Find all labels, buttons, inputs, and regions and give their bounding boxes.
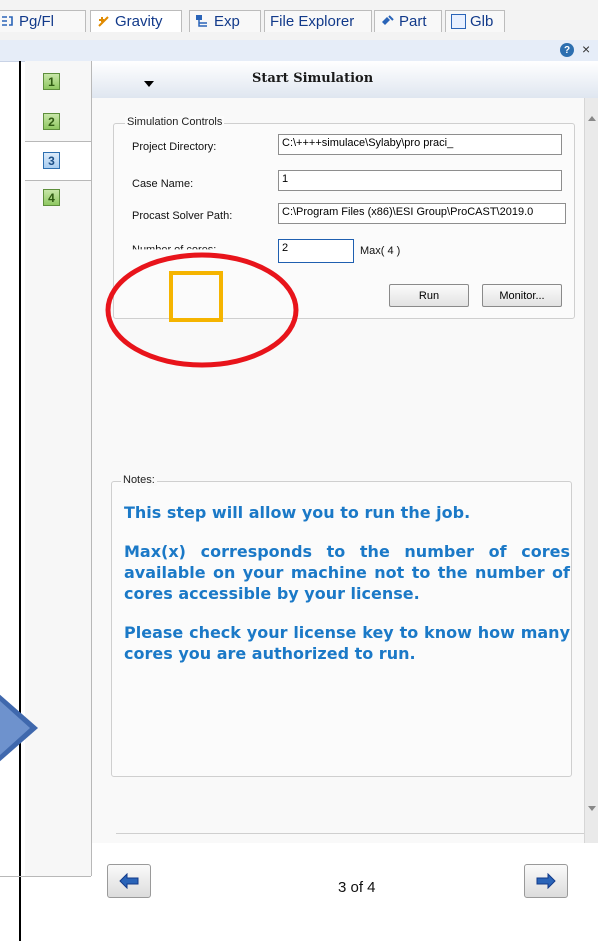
tab-strip: Pg/Fl Gravity Exp File Explorer Part Glb [0, 0, 598, 41]
tab-label: Gravity [115, 13, 163, 30]
prev-button[interactable] [107, 864, 151, 898]
case-name-field[interactable]: 1 [278, 170, 562, 191]
scroll-down-icon[interactable] [588, 806, 596, 811]
simulation-controls-legend: Simulation Controls [125, 116, 225, 128]
tab-label: File Explorer [270, 13, 355, 30]
run-button[interactable]: Run [389, 284, 469, 307]
close-glyph: × [582, 41, 591, 57]
annotation-square [169, 271, 223, 322]
help-icon[interactable]: ? [560, 43, 574, 57]
divider [116, 833, 586, 834]
step-4[interactable]: 4 [43, 189, 60, 206]
left-border-line [19, 61, 21, 941]
help-glyph: ? [563, 44, 571, 56]
tab-label: Part [399, 13, 427, 30]
solver-path-label: Procast Solver Path: [132, 210, 233, 222]
step-3[interactable]: 3 [43, 152, 60, 169]
tab-label: Exp [214, 13, 240, 30]
panel-toolbar: ? × [0, 40, 598, 62]
step-panel: Simulation Controls Project Directory: C… [92, 98, 598, 843]
page-title: Start Simulation [252, 71, 374, 86]
tab-exp[interactable]: Exp [189, 10, 261, 32]
step-label: 3 [48, 153, 55, 168]
chevron-down-icon[interactable] [144, 81, 154, 87]
notes-legend: Notes: [121, 474, 157, 486]
notes-paragraph: Max(x) corresponds to the number of core… [124, 542, 570, 603]
notes-paragraph: This step will allow you to run the job. [124, 503, 471, 522]
exp-icon [196, 15, 207, 27]
gravity-icon [98, 16, 109, 27]
big-arrow-icon [0, 694, 38, 762]
arrow-right-icon [536, 873, 556, 889]
monitor-button[interactable]: Monitor... [482, 284, 562, 307]
step-label: 4 [48, 190, 55, 205]
notes-group: This step will allow you to run the job.… [111, 481, 572, 777]
part-icon [382, 15, 394, 25]
glb-icon [451, 14, 466, 29]
tab-file-explorer[interactable]: File Explorer [264, 10, 372, 32]
step-label: 2 [48, 114, 55, 129]
notes-text: This step will allow you to run the job.… [124, 502, 570, 682]
page-indicator: 3 of 4 [338, 879, 376, 896]
max-cores-label: Max( 4 ) [360, 245, 401, 257]
left-column-bottom-rule [0, 876, 91, 877]
close-icon[interactable]: × [582, 41, 590, 57]
tab-label: Glb [470, 13, 494, 30]
tab-part[interactable]: Part [374, 10, 442, 32]
project-directory-field[interactable]: C:\++++simulace\Sylaby\pro praci_ [278, 134, 562, 155]
vertical-scrollbar[interactable] [584, 98, 598, 843]
step-2[interactable]: 2 [43, 113, 60, 130]
solver-path-field[interactable]: C:\Program Files (x86)\ESI Group\ProCAST… [278, 203, 566, 224]
project-directory-label: Project Directory: [132, 141, 217, 153]
step-header: Start Simulation [92, 61, 598, 99]
tab-glb[interactable]: Glb [445, 10, 505, 32]
arrow-left-icon [119, 873, 139, 889]
case-name-label: Case Name: [132, 178, 194, 190]
tab-pg-fl[interactable]: Pg/Fl [0, 10, 86, 32]
tab-label: Pg/Fl [19, 13, 55, 30]
next-button[interactable] [524, 864, 568, 898]
scroll-up-icon[interactable] [588, 116, 596, 121]
step-1[interactable]: 1 [43, 73, 60, 90]
step-label: 1 [48, 74, 55, 89]
notes-paragraph: Please check your license key to know ho… [124, 623, 570, 663]
tab-gravity[interactable]: Gravity [90, 10, 182, 32]
pg-fl-icon [2, 16, 13, 26]
